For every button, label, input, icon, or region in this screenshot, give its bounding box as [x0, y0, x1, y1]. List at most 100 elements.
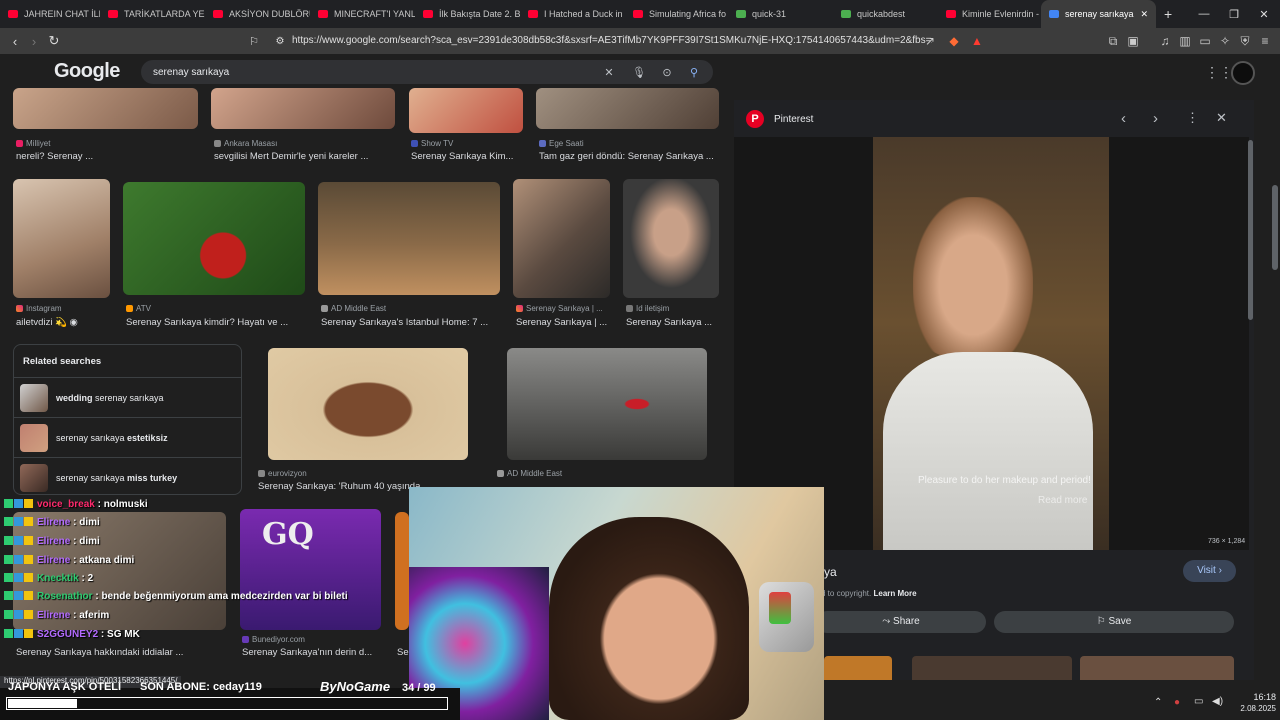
save-button[interactable]: ⚐ Save	[994, 611, 1234, 633]
result-caption[interactable]: Serenay Sarıkaya ...	[626, 317, 719, 328]
mic-icon[interactable]: ●	[1174, 697, 1180, 708]
result-image[interactable]	[268, 348, 468, 460]
tab-item[interactable]: AKSİYON DUBLÖRÜ	[205, 0, 310, 28]
panel-scrollbar[interactable]	[1248, 140, 1253, 320]
result-caption[interactable]: Serenay Sarıkaya's Istanbul Home: 7 ...	[321, 317, 501, 328]
tab-item[interactable]: quickabdest	[833, 0, 938, 28]
result-caption[interactable]: nereli? Serenay ...	[16, 151, 196, 162]
preview-image[interactable]: Pleasure to do her makeup and period! Re…	[873, 137, 1109, 550]
result-image[interactable]	[13, 179, 110, 298]
search-icon[interactable]: ⚲	[686, 64, 702, 80]
badge-icon	[4, 536, 13, 545]
menu-icon[interactable]: ≡	[1257, 33, 1273, 49]
volume-icon[interactable]: ◀)	[1212, 696, 1223, 707]
brave-shield-icon[interactable]: ◆	[946, 33, 962, 49]
next-icon[interactable]: ›	[1153, 110, 1158, 127]
related-image[interactable]	[824, 656, 892, 680]
result-caption[interactable]: sevgilisi Mert Demir'le yeni kareler ...	[214, 151, 394, 162]
page-scrollbar[interactable]	[1270, 60, 1280, 680]
result-image[interactable]	[536, 88, 719, 129]
result-caption[interactable]: Serenay Sarıkaya'nın derin d...	[242, 647, 382, 658]
tab-item[interactable]: Simulating Africa fo	[625, 0, 728, 28]
back-icon[interactable]: ‹	[5, 31, 25, 51]
maximize-icon[interactable]: ❐	[1218, 0, 1250, 28]
apps-grid-icon[interactable]: ⋮⋮	[1205, 64, 1233, 81]
result-image[interactable]	[13, 88, 198, 129]
tab-item[interactable]: quick-31	[728, 0, 833, 28]
tab-item[interactable]: I Hatched a Duck in	[520, 0, 625, 28]
related-item[interactable]: serenay sarıkaya estetiksiz	[14, 417, 241, 457]
related-image[interactable]	[912, 656, 1072, 680]
extensions-icon[interactable]: ⧉	[1105, 33, 1121, 49]
mic-icon[interactable]: 🎙	[631, 64, 647, 80]
badge-icon	[4, 629, 13, 638]
tray-expand-icon[interactable]: ⌃	[1154, 697, 1162, 708]
reload-icon[interactable]: ↻	[44, 31, 64, 51]
lens-icon[interactable]: ⊙	[659, 64, 675, 80]
rewards-icon[interactable]: ▲	[969, 33, 985, 49]
close-tab-icon[interactable]: ✕	[1140, 9, 1148, 20]
chat-text: bende beğenmiyorum ama medcezirden var b…	[101, 591, 348, 602]
result-image[interactable]	[211, 88, 395, 129]
tab-item[interactable]: İlk Bakışta Date 2. B	[415, 0, 520, 28]
badge-icon	[14, 573, 23, 582]
result-image[interactable]	[623, 179, 719, 298]
result-caption[interactable]: Serenay Sarıkaya | ...	[516, 317, 611, 328]
result-image[interactable]	[513, 179, 610, 298]
clear-icon[interactable]: ✕	[601, 64, 617, 80]
learn-more-link[interactable]: Learn More	[873, 589, 916, 598]
new-tab-button[interactable]: +	[1156, 6, 1180, 22]
prev-icon[interactable]: ‹	[1121, 110, 1126, 127]
related-item[interactable]: serenay sarıkaya miss turkey	[14, 457, 241, 497]
panel-title[interactable]: ya	[824, 565, 837, 579]
badge-icon	[4, 499, 13, 508]
result-image[interactable]	[409, 88, 523, 133]
minimize-icon[interactable]: —	[1188, 0, 1220, 28]
result-caption[interactable]: Tam gaz geri döndü: Serenay Sarıkaya ...	[539, 151, 719, 162]
site-info-icon[interactable]: ⚙	[270, 31, 290, 51]
result-caption[interactable]: Se	[397, 647, 409, 658]
clock-date[interactable]: 2.08.2025	[1236, 704, 1276, 713]
tab-active[interactable]: serenay sarıkaya ✕	[1041, 0, 1156, 28]
result-image[interactable]	[318, 182, 500, 295]
share-button[interactable]: ⤳ Share	[816, 611, 986, 633]
network-icon[interactable]: ▭	[1194, 696, 1203, 707]
visit-button[interactable]: Visit ›	[1183, 560, 1236, 582]
badge-icon	[24, 555, 33, 564]
result-caption[interactable]: ailetvdizi 💫 ◉	[16, 317, 111, 328]
tab-item[interactable]: MINECRAFT'I YANLI	[310, 0, 415, 28]
result-image[interactable]	[507, 348, 707, 460]
forward-icon[interactable]: ›	[24, 31, 44, 51]
result-caption[interactable]: Serenay Sarıkaya hakkındaki iddialar ...	[16, 647, 196, 658]
result-caption[interactable]: Serenay Sarıkaya kimdir? Hayatı ve ...	[126, 317, 306, 328]
related-image[interactable]	[1080, 656, 1234, 680]
share-icon[interactable]: ↗	[922, 33, 938, 49]
close-panel-icon[interactable]: ✕	[1216, 110, 1227, 126]
result-caption[interactable]: Serenay Sarıkaya Kim...	[411, 151, 523, 162]
search-input[interactable]	[153, 64, 573, 80]
related-item[interactable]: wedding serenay sarıkaya	[14, 377, 241, 417]
tab-item[interactable]: JAHREIN CHAT İLE D	[0, 0, 100, 28]
music-icon[interactable]: ♫	[1157, 33, 1173, 49]
tab-bar: JAHREIN CHAT İLE D TARİKATLARDA YEN AKSİYO…	[0, 0, 1280, 28]
close-window-icon[interactable]: ✕	[1248, 0, 1280, 28]
clock-time[interactable]: 16:18	[1236, 692, 1276, 702]
ai-icon[interactable]: ✧	[1217, 33, 1233, 49]
wallet-icon[interactable]: ▭	[1197, 33, 1213, 49]
url-field[interactable]: https://www.google.com/search?sca_esv=23…	[292, 32, 932, 50]
bookmark-icon[interactable]: ⚐	[244, 31, 264, 51]
avatar[interactable]	[1231, 61, 1255, 85]
panel-source[interactable]: Pinterest	[774, 114, 813, 125]
sidebar-icon[interactable]: ▥	[1177, 33, 1193, 49]
vpn-icon[interactable]: ⛨	[1237, 33, 1253, 49]
related-title: Related searches	[23, 356, 102, 367]
more-options-icon[interactable]: ⋮	[1186, 110, 1199, 126]
tab-item[interactable]: TARİKATLARDA YEN	[100, 0, 205, 28]
chat-username: Elirene	[37, 555, 71, 566]
badge-icon	[24, 629, 33, 638]
google-logo[interactable]: Google	[54, 60, 120, 83]
result-image[interactable]	[123, 182, 305, 295]
result-source: Milliyet	[16, 139, 50, 148]
tab-item[interactable]: Kiminle Evlenirdin -	[938, 0, 1041, 28]
screenshot-icon[interactable]: ▣	[1125, 33, 1141, 49]
